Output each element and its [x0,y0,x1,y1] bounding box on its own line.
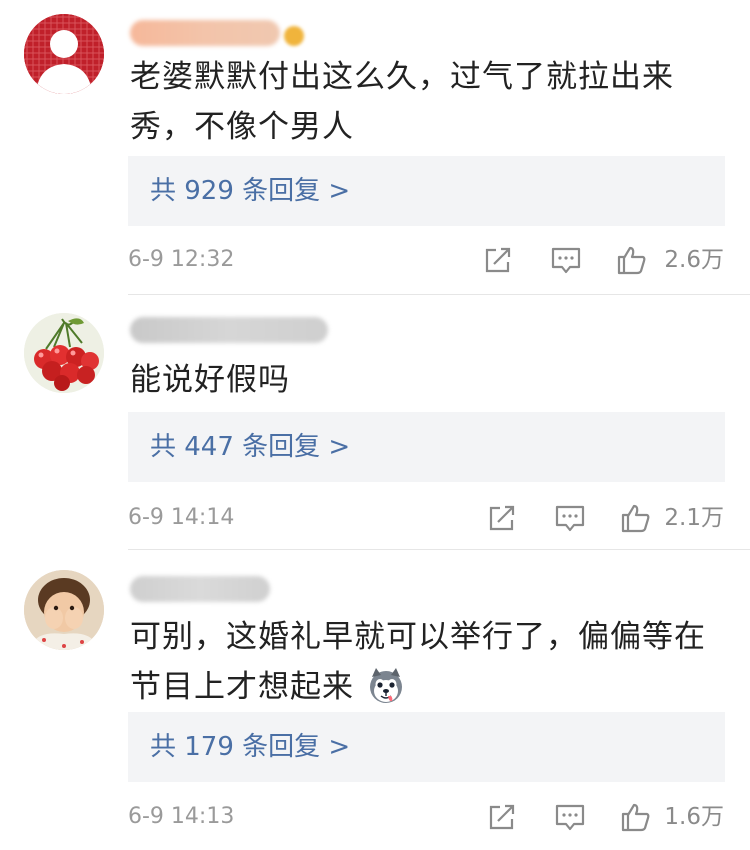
like-count: 2.6万 [664,247,724,273]
like-count: 1.6万 [664,804,724,830]
thumbs-up-icon[interactable] [616,244,648,276]
comment-text: 老婆默默付出这么久，过气了就拉出来秀，不像个男人 [130,59,674,145]
cherries-avatar-icon [24,313,104,393]
comment-item: 老婆默默付出这么久，过气了就拉出来秀，不像个男人 共 929 条回复 > 6-9… [0,0,750,295]
replies-label: 共 447 条回复 > [150,432,351,462]
default-person-avatar-icon [24,14,104,94]
like-count: 2.1万 [664,505,724,531]
comment-meta: 6-9 12:32 2.6万 [128,240,728,280]
comment-icon[interactable] [550,244,582,276]
thumbs-up-icon[interactable] [620,801,652,833]
comment-icon[interactable] [554,502,586,534]
child-photo-avatar-icon [24,570,104,650]
comment-item: 能说好假吗 共 447 条回复 > 6-9 14:14 2.1万 [0,295,750,550]
view-replies-button[interactable]: 共 447 条回复 > [128,412,725,482]
timestamp: 6-9 14:13 [128,804,235,829]
avatar[interactable] [24,570,104,650]
comment-meta: 6-9 14:13 1.6万 [128,797,728,837]
thumbs-up-icon[interactable] [620,502,652,534]
comment-text: 能说好假吗 [130,362,290,398]
comment-meta: 6-9 14:14 2.1万 [128,498,728,538]
timestamp: 6-9 12:32 [128,247,235,272]
replies-label: 共 179 条回复 > [150,732,351,762]
share-icon[interactable] [486,502,518,534]
comment-icon[interactable] [554,801,586,833]
replies-label: 共 929 条回复 > [150,176,351,206]
vip-badge-icon [284,26,304,46]
avatar[interactable] [24,14,104,94]
avatar[interactable] [24,313,104,393]
username-blurred[interactable] [130,576,270,602]
comment-text: 可别，这婚礼早就可以举行了，偏偏等在节目上才想起来 [130,612,730,712]
timestamp: 6-9 14:14 [128,505,235,530]
view-replies-button[interactable]: 共 929 条回复 > [128,156,725,226]
comment-item: 可别，这婚礼早就可以举行了，偏偏等在节目上才想起来 共 179 条回复 > 6-… [0,550,750,850]
username-blurred[interactable] [130,317,328,343]
share-icon[interactable] [482,244,514,276]
share-icon[interactable] [486,801,518,833]
husky-emoji-icon [369,668,402,703]
comment-text-content: 可别，这婚礼早就可以举行了，偏偏等在节目上才想起来 [130,619,706,705]
username-blurred[interactable] [130,20,280,46]
view-replies-button[interactable]: 共 179 条回复 > [128,712,725,782]
